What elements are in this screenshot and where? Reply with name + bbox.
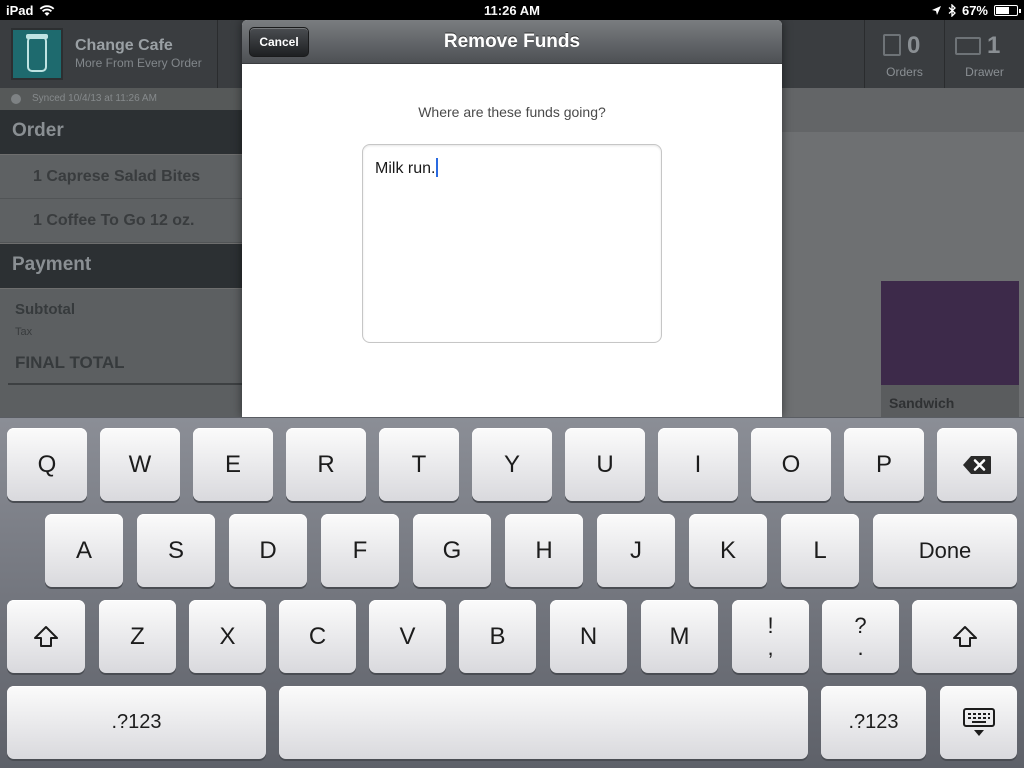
drawer-count: 1 bbox=[987, 32, 1001, 59]
subtotal-label: Subtotal bbox=[15, 301, 75, 318]
key-bottom-char: . bbox=[857, 634, 864, 660]
divider bbox=[8, 383, 242, 385]
key-w[interactable]: W bbox=[100, 428, 180, 501]
cash-drawer-icon bbox=[955, 37, 981, 55]
key-exclamation-comma[interactable]: !, bbox=[732, 600, 809, 673]
payment-summary: Subtotal Tax FINAL TOTAL bbox=[0, 289, 242, 417]
modal-navbar: Cancel Remove Funds bbox=[242, 20, 782, 64]
key-o[interactable]: O bbox=[751, 428, 831, 501]
key-x[interactable]: X bbox=[189, 600, 266, 673]
key-l[interactable]: L bbox=[781, 514, 859, 587]
order-header: Order bbox=[0, 110, 242, 154]
key-b[interactable]: B bbox=[459, 600, 536, 673]
key-e[interactable]: E bbox=[193, 428, 273, 501]
key-t[interactable]: T bbox=[379, 428, 459, 501]
tile-label: Sandwich bbox=[889, 395, 955, 411]
location-icon bbox=[931, 6, 941, 15]
key-d[interactable]: D bbox=[229, 514, 307, 587]
remove-funds-modal: Cancel Remove Funds Where are these fund… bbox=[242, 20, 782, 417]
modal-title: Remove Funds bbox=[443, 31, 581, 52]
key-s[interactable]: S bbox=[137, 514, 215, 587]
key-i[interactable]: I bbox=[658, 428, 738, 501]
keyboard-dismiss-key[interactable] bbox=[940, 686, 1017, 759]
app-tagline: More From Every Order bbox=[75, 56, 202, 70]
key-n[interactable]: N bbox=[550, 600, 627, 673]
menu-toolbar bbox=[782, 88, 1024, 132]
key-a[interactable]: A bbox=[45, 514, 123, 587]
onscreen-keyboard: Q W E R T Y U I O P A S D F G H J K L Do… bbox=[0, 417, 1024, 768]
shift-key-right[interactable] bbox=[912, 600, 1017, 673]
key-bottom-char: , bbox=[767, 634, 774, 660]
funds-destination-textarea[interactable]: Milk run. bbox=[362, 144, 662, 343]
orders-button[interactable]: 0 Orders bbox=[864, 20, 944, 88]
key-g[interactable]: G bbox=[413, 514, 491, 587]
backspace-icon bbox=[963, 455, 991, 474]
order-item[interactable]: 1 Coffee To Go 12 oz. bbox=[0, 199, 242, 243]
tablet-icon bbox=[883, 34, 901, 56]
brand[interactable]: Change Cafe More From Every Order bbox=[0, 20, 218, 88]
numbers-key-right[interactable]: .?123 bbox=[821, 686, 926, 759]
key-c[interactable]: C bbox=[279, 600, 356, 673]
app-name: Change Cafe bbox=[75, 37, 173, 54]
key-f[interactable]: F bbox=[321, 514, 399, 587]
orders-label: Orders bbox=[886, 65, 923, 79]
check-icon bbox=[11, 94, 21, 104]
shift-icon bbox=[34, 625, 58, 647]
key-m[interactable]: M bbox=[641, 600, 718, 673]
space-key[interactable] bbox=[279, 686, 808, 759]
orders-count: 0 bbox=[907, 32, 921, 59]
status-time: 11:26 AM bbox=[484, 3, 540, 18]
key-question-period[interactable]: ?. bbox=[822, 600, 899, 673]
text-caret bbox=[436, 158, 439, 177]
key-z[interactable]: Z bbox=[99, 600, 176, 673]
key-top-char: ? bbox=[854, 612, 867, 638]
key-k[interactable]: K bbox=[689, 514, 767, 587]
keyboard-dismiss-icon bbox=[962, 707, 995, 736]
key-q[interactable]: Q bbox=[7, 428, 87, 501]
jar-logo-icon bbox=[11, 28, 63, 80]
sync-status: Synced 10/4/13 at 11:26 AM bbox=[0, 88, 242, 110]
order-item[interactable]: 1 Caprese Salad Bites bbox=[0, 155, 242, 199]
shift-key-left[interactable] bbox=[7, 600, 85, 673]
funds-prompt: Where are these funds going? bbox=[418, 104, 606, 120]
bluetooth-icon bbox=[948, 4, 956, 17]
key-j[interactable]: J bbox=[597, 514, 675, 587]
payment-header: Payment bbox=[0, 244, 242, 288]
key-v[interactable]: V bbox=[369, 600, 446, 673]
battery-icon bbox=[994, 5, 1021, 16]
textarea-value: Milk run. bbox=[375, 160, 436, 177]
drawer-label: Drawer bbox=[965, 65, 1004, 79]
shift-icon bbox=[952, 625, 977, 647]
done-key[interactable]: Done bbox=[873, 514, 1017, 587]
tax-label: Tax bbox=[15, 326, 33, 338]
key-h[interactable]: H bbox=[505, 514, 583, 587]
final-total-label: FINAL TOTAL bbox=[15, 353, 125, 372]
delete-key[interactable] bbox=[937, 428, 1017, 501]
key-u[interactable]: U bbox=[565, 428, 645, 501]
menu-tile-sandwich[interactable]: Sandwich bbox=[881, 281, 1019, 417]
battery-fill bbox=[996, 7, 1009, 14]
key-p[interactable]: P bbox=[844, 428, 924, 501]
sync-text: Synced 10/4/13 at 11:26 AM bbox=[32, 93, 157, 104]
drawer-button[interactable]: 1 Drawer bbox=[944, 20, 1024, 88]
numbers-key-left[interactable]: .?123 bbox=[7, 686, 266, 759]
key-top-char: ! bbox=[767, 612, 774, 638]
key-r[interactable]: R bbox=[286, 428, 366, 501]
key-y[interactable]: Y bbox=[472, 428, 552, 501]
tile-color-swatch bbox=[881, 281, 1019, 385]
status-bar: iPad 11:26 AM 67% bbox=[0, 0, 1024, 20]
battery-percent: 67% bbox=[961, 3, 988, 18]
